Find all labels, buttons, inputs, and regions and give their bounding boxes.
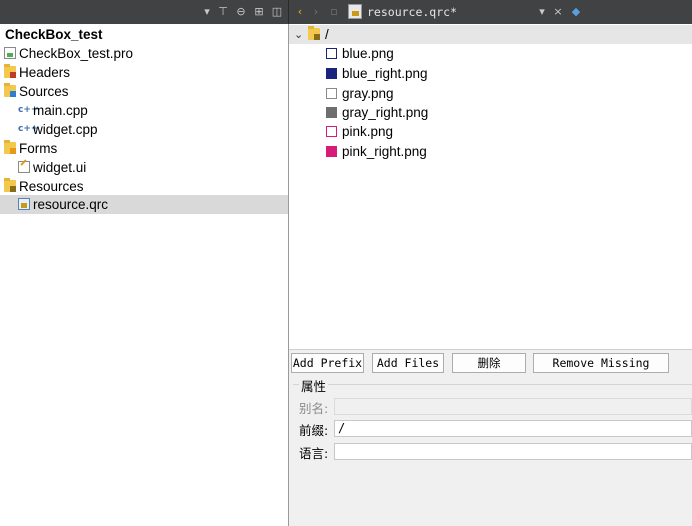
qrc-file-icon <box>348 4 362 19</box>
resources-folder-icon <box>4 178 16 192</box>
prefix-folder-icon <box>308 26 320 40</box>
prefix-label: 前缀: <box>299 423 329 438</box>
resource-file-row[interactable]: gray.png <box>289 84 692 103</box>
cpp-file-icon: c++ <box>18 124 39 134</box>
tree-item-label: main.cpp <box>33 103 88 118</box>
remove-missing-files-button[interactable]: Remove Missing Files <box>533 353 669 388</box>
link-icon[interactable]: ⊖ <box>234 4 248 20</box>
forms-folder-icon <box>4 140 16 154</box>
tree-item-label: resource.qrc <box>33 197 109 212</box>
image-file-icon <box>326 126 337 137</box>
tree-item-label: CheckBox_test <box>5 27 103 42</box>
cpp-file-icon: c++ <box>18 105 39 115</box>
pro-file-icon <box>4 47 16 59</box>
resource-file-label: blue.png <box>342 46 394 61</box>
prefix-row[interactable]: ⌄ / <box>289 25 692 44</box>
group-divider <box>293 384 692 385</box>
resource-file-label: pink.png <box>342 124 394 139</box>
tree-item-label: CheckBox_test.pro <box>19 46 134 61</box>
tree-item-pro-file[interactable]: CheckBox_test.pro <box>0 44 288 63</box>
tree-item-forms[interactable]: Forms <box>0 139 288 158</box>
project-toolbar: ▾ ⊤ ⊖ ⊞ ◫ <box>0 0 288 24</box>
resource-file-label: gray_right.png <box>342 105 429 120</box>
forward-icon[interactable]: › <box>309 4 323 20</box>
split-icon[interactable]: ⊞ <box>252 4 266 20</box>
prefix-label: / <box>325 27 329 42</box>
alias-label: 别名: <box>299 401 329 416</box>
close-icon[interactable]: × <box>551 4 565 20</box>
resource-file-label: pink_right.png <box>342 144 427 159</box>
properties-group: 属性 别名: 前缀: / 语言: <box>289 374 692 526</box>
image-file-icon <box>326 88 337 99</box>
resource-file-row[interactable]: blue.png <box>289 44 692 63</box>
prefix-field[interactable]: / <box>334 420 692 437</box>
resource-actions: Add Prefix Add Files 删除 Remove Missing F… <box>289 349 692 388</box>
tree-item-project[interactable]: CheckBox_test <box>0 25 288 44</box>
language-label: 语言: <box>299 446 329 461</box>
properties-title: 属性 <box>299 376 329 395</box>
add-prefix-button[interactable]: Add Prefix <box>291 353 364 373</box>
sources-folder-icon <box>4 83 16 97</box>
image-file-icon <box>326 146 337 157</box>
language-field[interactable] <box>334 443 692 460</box>
delete-button[interactable]: 删除 <box>452 353 526 373</box>
resource-file-row[interactable]: blue_right.png <box>289 64 692 83</box>
alias-field[interactable] <box>334 398 692 415</box>
qrc-file-icon <box>18 198 30 210</box>
headers-folder-icon <box>4 64 16 78</box>
tree-item-label: widget.cpp <box>33 122 98 137</box>
add-files-button[interactable]: Add Files <box>372 353 444 373</box>
tree-item-widget-ui[interactable]: widget.ui <box>0 158 288 177</box>
resource-file-row[interactable]: pink_right.png <box>289 142 692 161</box>
resource-editor: ⌄ / blue.png blue_right.png gray.png gra… <box>288 24 692 526</box>
project-tree: CheckBox_test CheckBox_test.pro Headers … <box>0 24 288 526</box>
tree-item-label: Headers <box>19 65 71 80</box>
chevron-down-icon[interactable]: ▾ <box>200 4 214 20</box>
tree-item-label: Sources <box>19 84 69 99</box>
editor-toolbar: ‹ › ▫ resource.qrc* ▾ × ◆ <box>288 0 692 24</box>
resource-file-label: blue_right.png <box>342 66 428 81</box>
dropdown-icon[interactable]: ▾ <box>535 4 549 20</box>
ui-file-icon <box>18 161 30 173</box>
resource-tree: ⌄ / blue.png blue_right.png gray.png gra… <box>289 24 692 349</box>
tree-item-resource-qrc[interactable]: resource.qrc <box>0 195 288 214</box>
tree-item-resources[interactable]: Resources <box>0 177 288 196</box>
chevron-down-icon[interactable]: ⌄ <box>294 25 303 44</box>
open-file-tab[interactable]: resource.qrc* <box>367 3 457 21</box>
image-file-icon <box>326 107 337 118</box>
tree-item-widget-cpp[interactable]: c++ widget.cpp <box>0 120 288 139</box>
filter-icon[interactable]: ⊤ <box>216 4 230 20</box>
image-file-icon <box>326 48 337 59</box>
tree-item-label: Forms <box>19 141 58 156</box>
resource-file-row[interactable]: pink.png <box>289 122 692 141</box>
tree-item-label: Resources <box>19 179 84 194</box>
pin-icon[interactable]: ◆ <box>569 4 583 20</box>
tree-item-headers[interactable]: Headers <box>0 63 288 82</box>
tree-item-label: widget.ui <box>33 160 87 175</box>
lock-icon: ▫ <box>330 5 338 18</box>
resource-file-row[interactable]: gray_right.png <box>289 103 692 122</box>
resource-file-label: gray.png <box>342 86 394 101</box>
collapse-icon[interactable]: ◫ <box>270 4 284 20</box>
back-icon[interactable]: ‹ <box>293 4 307 20</box>
tree-item-sources[interactable]: Sources <box>0 82 288 101</box>
tree-item-main-cpp[interactable]: c++ main.cpp <box>0 101 288 120</box>
image-file-icon <box>326 68 337 79</box>
